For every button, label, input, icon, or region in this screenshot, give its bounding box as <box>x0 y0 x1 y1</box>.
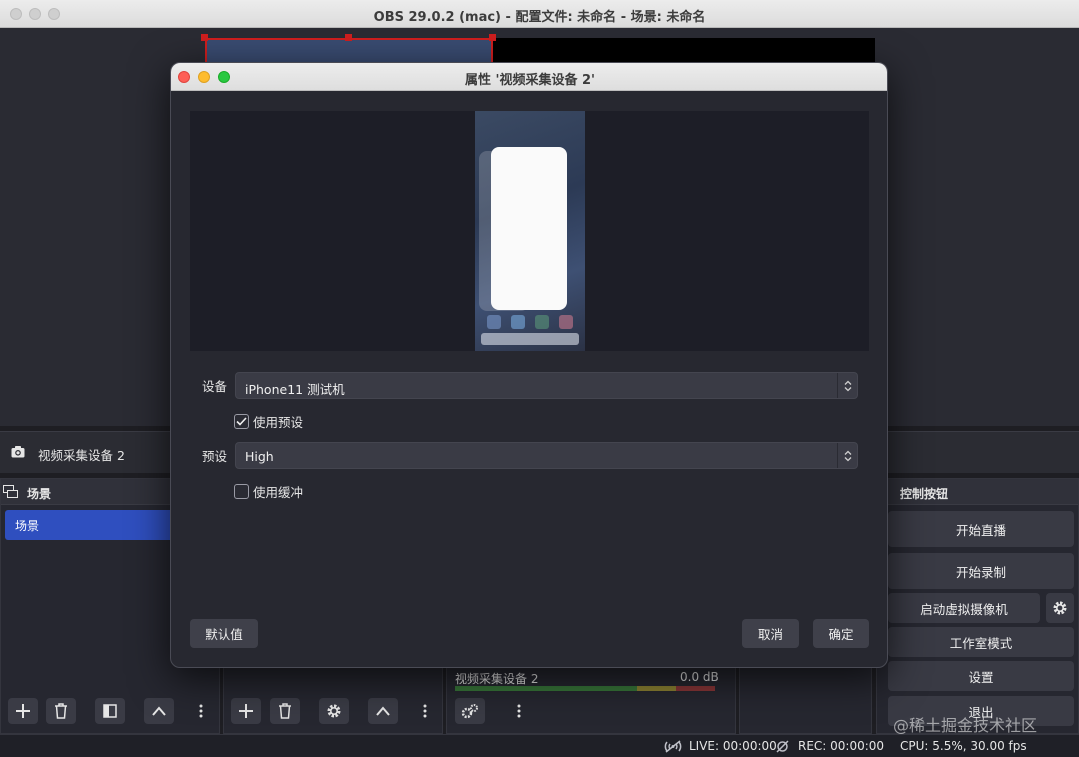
device-select-value: iPhone11 测试机 <box>245 382 345 397</box>
virtual-camera-settings-button[interactable] <box>1046 593 1074 623</box>
scene-more-menu-button[interactable] <box>194 698 208 724</box>
use-preset-checkbox[interactable] <box>234 413 249 429</box>
kebab-icon <box>423 704 427 718</box>
move-source-up-button[interactable] <box>368 698 398 724</box>
studio-mode-button[interactable]: 工作室模式 <box>888 627 1074 657</box>
scene-item-label: 场景 <box>15 519 40 533</box>
cancel-button[interactable]: 取消 <box>742 619 799 648</box>
use-preset-checkbox-row[interactable]: 使用预设 <box>234 412 303 430</box>
dialog-title: 属性 '视频采集设备 2' <box>464 73 596 88</box>
mixer-source-name: 视频采集设备 2 <box>455 672 539 686</box>
chevron-up-icon <box>376 706 390 716</box>
transform-handle[interactable] <box>201 34 208 41</box>
phone-notification-bar <box>481 333 579 345</box>
scene-list-item[interactable]: 场景 <box>5 510 175 540</box>
preset-select-value: High <box>245 449 274 464</box>
plus-icon <box>16 704 30 718</box>
updown-chevron-icon <box>837 373 857 398</box>
gear-icon <box>327 704 341 718</box>
remove-scene-button[interactable] <box>46 698 76 724</box>
start-streaming-button[interactable]: 开始直播 <box>888 511 1074 547</box>
cpu-fps-readout: CPU: 5.5%, 30.00 fps <box>900 739 1027 753</box>
record-status-icon <box>776 740 789 753</box>
scenes-dock-title: 场景 <box>27 487 52 501</box>
ok-button[interactable]: 确定 <box>813 619 869 648</box>
mixer-advanced-audio-button[interactable] <box>455 698 485 724</box>
main-window-titlebar: OBS 29.0.2 (mac) - 配置文件: 未命名 - 场景: 未命名 <box>0 0 1079 28</box>
plus-icon <box>239 704 253 718</box>
controls-dock-header: 控制按钮 <box>877 479 1078 505</box>
source-preview <box>190 111 869 351</box>
mixer-volume-db: 0.0 dB <box>680 670 719 684</box>
rec-timer: REC: 00:00:00 <box>798 739 885 753</box>
properties-dialog: 属性 '视频采集设备 2' 设备 iPhone11 测试机 使用预设 预设 Hi… <box>170 62 888 668</box>
gear-icon <box>1053 601 1067 615</box>
transform-handle[interactable] <box>489 34 496 41</box>
audio-level-meter <box>455 686 715 691</box>
add-source-button[interactable] <box>231 698 261 724</box>
app-card-foreground <box>491 147 567 310</box>
chevron-up-icon <box>152 706 166 716</box>
source-more-menu-button[interactable] <box>418 698 432 724</box>
live-timer: LIVE: 00:00:00 <box>689 739 777 753</box>
live-broadcast-icon <box>664 740 682 753</box>
device-select[interactable]: iPhone11 测试机 <box>235 372 858 399</box>
watermark: @稀土掘金技术社区 <box>893 716 1038 735</box>
source-name: 视频采集设备 2 <box>38 448 125 463</box>
trash-icon <box>55 703 67 719</box>
use-preset-label: 使用预设 <box>253 414 304 430</box>
kebab-icon <box>517 704 521 718</box>
status-bar: LIVE: 00:00:00 REC: 00:00:00 CPU: 5.5%, … <box>0 734 1079 757</box>
use-buffer-checkbox-row[interactable]: 使用缓冲 <box>234 482 303 500</box>
start-virtual-camera-button[interactable]: 启动虚拟摄像机 <box>888 593 1040 623</box>
settings-button[interactable]: 设置 <box>888 661 1074 691</box>
camera-icon <box>11 446 25 458</box>
use-buffer-label: 使用缓冲 <box>253 484 304 500</box>
checkmark-icon <box>236 416 247 426</box>
kebab-icon <box>199 704 203 718</box>
device-label: 设备 <box>202 379 228 394</box>
filter-icon <box>103 704 117 718</box>
preset-label: 预设 <box>202 449 228 464</box>
mixer-more-menu-button[interactable] <box>512 698 526 724</box>
scenes-icon <box>3 485 18 498</box>
dialog-titlebar: 属性 '视频采集设备 2' <box>171 63 887 91</box>
window-title: OBS 29.0.2 (mac) - 配置文件: 未命名 - 场景: 未命名 <box>373 10 706 25</box>
use-buffer-checkbox[interactable] <box>234 483 249 499</box>
move-scene-up-button[interactable] <box>144 698 174 724</box>
updown-chevron-icon <box>837 443 857 468</box>
preset-select[interactable]: High <box>235 442 858 469</box>
start-recording-button[interactable]: 开始录制 <box>888 553 1074 589</box>
scene-filters-button[interactable] <box>95 698 125 724</box>
captured-phone-screen <box>475 111 585 351</box>
gears-icon <box>461 704 478 719</box>
controls-dock-title: 控制按钮 <box>900 487 949 501</box>
remove-source-button[interactable] <box>270 698 300 724</box>
phone-dock-icons <box>483 315 579 329</box>
source-properties-button[interactable] <box>319 698 349 724</box>
trash-icon <box>279 703 291 719</box>
add-scene-button[interactable] <box>8 698 38 724</box>
defaults-button[interactable]: 默认值 <box>190 619 258 648</box>
transform-handle[interactable] <box>345 34 352 41</box>
